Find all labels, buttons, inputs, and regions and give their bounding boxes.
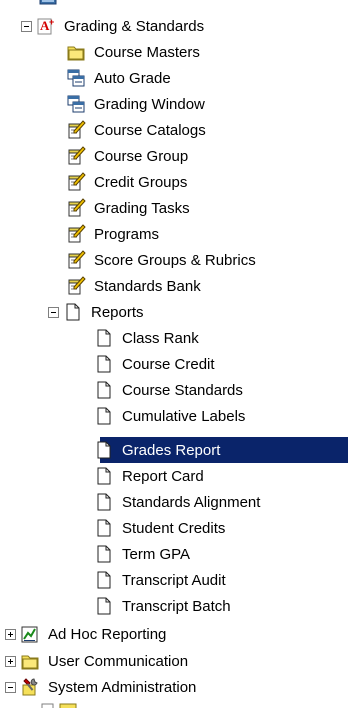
- tree-label: Programs: [94, 225, 160, 243]
- collapse-toggle[interactable]: [48, 306, 59, 318]
- expand-toggle[interactable]: [5, 628, 16, 640]
- folder-icon: [67, 46, 85, 61]
- document-icon: [97, 441, 111, 459]
- tree-label: User Communication: [48, 652, 189, 670]
- tree-node-grading-window[interactable]: Grading Window: [0, 91, 348, 117]
- document-icon: [97, 329, 111, 347]
- collapse-toggle[interactable]: [21, 20, 32, 32]
- expand-toggle[interactable]: [5, 655, 16, 667]
- tree-node-report-item[interactable]: Standards Alignment: [0, 489, 348, 515]
- tree-node-report-item[interactable]: Class Rank: [0, 325, 348, 351]
- tree-label: Score Groups & Rubrics: [94, 251, 256, 269]
- tree-label: Grading Window: [94, 95, 205, 113]
- grading-standards-icon: A +: [37, 17, 54, 35]
- partial-icon-top: [38, 0, 60, 6]
- tree-node-course-catalogs[interactable]: Course Catalogs: [0, 117, 348, 143]
- tree-node-report-item[interactable]: Course Standards: [0, 377, 348, 403]
- tree-node-credit-groups[interactable]: Credit Groups: [0, 169, 348, 195]
- tree-node-course-group[interactable]: Course Group: [0, 143, 348, 169]
- tree-label: Ad Hoc Reporting: [48, 625, 167, 643]
- document-icon: [97, 519, 111, 537]
- notepad-pencil-icon: [68, 276, 86, 295]
- tree-node-user-communication[interactable]: User Communication: [0, 648, 348, 674]
- svg-text:+: +: [49, 17, 54, 27]
- notepad-pencil-icon: [68, 198, 86, 217]
- tree-node-standards-bank[interactable]: Standards Bank: [0, 273, 348, 299]
- tree-node-course-masters[interactable]: Course Masters: [0, 39, 348, 65]
- collapse-toggle[interactable]: [5, 681, 16, 693]
- tree-node-report-item[interactable]: Report Card: [0, 463, 348, 489]
- window-stack-icon: [67, 95, 85, 113]
- tree-node-reports[interactable]: Reports: [0, 299, 348, 325]
- document-icon: [66, 303, 80, 321]
- tree-label: Transcript Audit: [122, 571, 226, 589]
- tree-label: Term GPA: [122, 545, 191, 563]
- window-stack-icon: [67, 69, 85, 87]
- document-icon: [97, 355, 111, 373]
- tree-label: Credit Groups: [94, 173, 188, 191]
- tree-label: Standards Alignment: [122, 493, 261, 511]
- document-icon: [97, 493, 111, 511]
- tree-label: Reports: [91, 303, 144, 321]
- tree-label: Class Rank: [122, 329, 199, 347]
- document-icon: [97, 381, 111, 399]
- notepad-pencil-icon: [68, 120, 86, 139]
- chart-report-icon: [21, 626, 38, 643]
- document-icon: [97, 571, 111, 589]
- tree-node-grading-tasks[interactable]: Grading Tasks: [0, 195, 348, 221]
- tree-node-report-item[interactable]: Transcript Audit: [0, 567, 348, 593]
- notepad-pencil-icon: [68, 224, 86, 243]
- tree-label: Auto Grade: [94, 69, 171, 87]
- tree-label: Course Credit: [122, 355, 215, 373]
- partial-row-bottom: [40, 702, 100, 708]
- tree-node-system-administration[interactable]: System Administration: [0, 674, 348, 700]
- tree-label: Course Standards: [122, 381, 243, 399]
- tree-label: Cumulative Labels: [122, 407, 246, 425]
- notepad-pencil-icon: [68, 172, 86, 191]
- tree-label: Grades Report: [122, 441, 221, 459]
- tree-label: Grading Tasks: [94, 199, 190, 217]
- tree-node-score-groups[interactable]: Score Groups & Rubrics: [0, 247, 348, 273]
- tree-label: Course Masters: [94, 43, 200, 61]
- tree-node-programs[interactable]: Programs: [0, 221, 348, 247]
- folder-icon: [21, 655, 39, 670]
- tree-label: System Administration: [48, 678, 197, 696]
- document-icon: [97, 597, 111, 615]
- tree-label: Standards Bank: [94, 277, 201, 295]
- tree-node-grades-report[interactable]: Grades Report: [0, 437, 348, 463]
- tree-node-report-item[interactable]: Term GPA: [0, 541, 348, 567]
- tree-node-report-item[interactable]: Student Credits: [0, 515, 348, 541]
- tree-node-report-item[interactable]: Cumulative Labels: [0, 403, 348, 429]
- tree-node-auto-grade[interactable]: Auto Grade: [0, 65, 348, 91]
- tree-label: Transcript Batch: [122, 597, 231, 615]
- document-icon: [97, 545, 111, 563]
- notepad-pencil-icon: [68, 146, 86, 165]
- tree-node-report-item[interactable]: Transcript Batch: [0, 593, 348, 619]
- notepad-pencil-icon: [68, 250, 86, 269]
- tree-node-grading-standards[interactable]: A + Grading & Standards: [0, 13, 348, 39]
- tree-label: Course Catalogs: [94, 121, 206, 139]
- tree-label: Student Credits: [122, 519, 226, 537]
- tools-icon: [22, 678, 38, 696]
- tree-label: Grading & Standards: [64, 17, 205, 35]
- tree-node-report-item[interactable]: Course Credit: [0, 351, 348, 377]
- tree-label: Course Group: [94, 147, 189, 165]
- document-icon: [97, 467, 111, 485]
- tree-node-ad-hoc-reporting[interactable]: Ad Hoc Reporting: [0, 621, 348, 647]
- document-icon: [97, 407, 111, 425]
- tree-label: Report Card: [122, 467, 204, 485]
